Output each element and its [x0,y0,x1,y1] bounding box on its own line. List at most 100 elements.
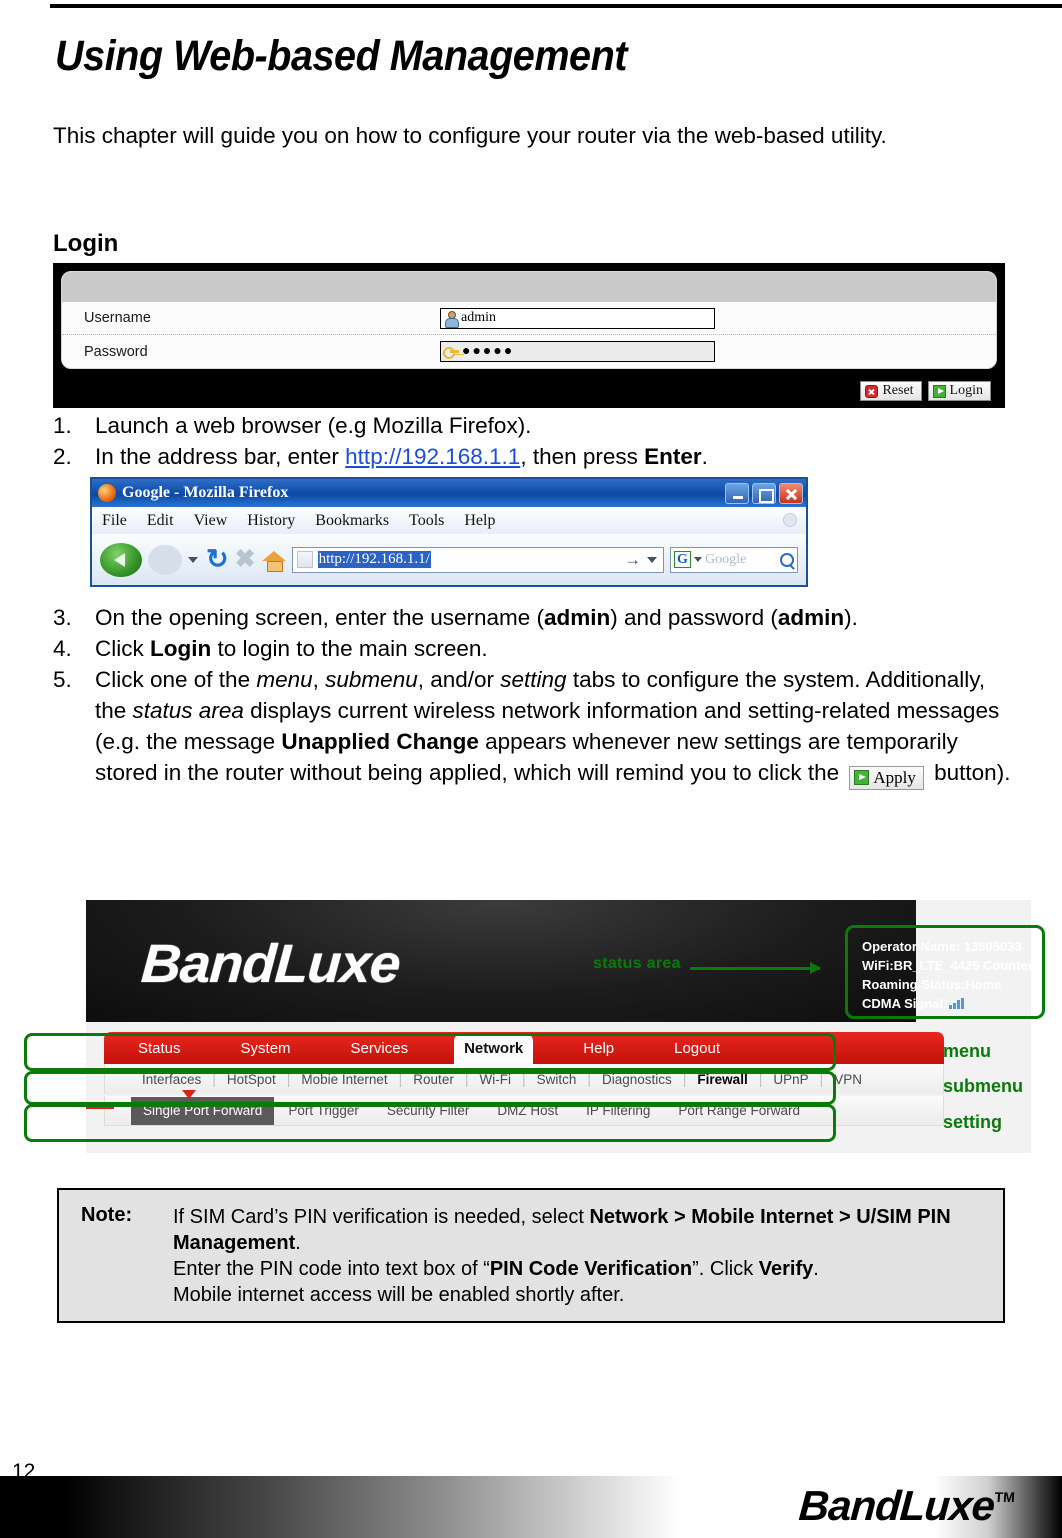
menu-edit[interactable]: Edit [147,512,174,530]
router-header-banner: BandLuxe [86,900,916,1022]
reload-icon[interactable]: ↻ [206,546,229,573]
menu-file[interactable]: File [102,512,127,530]
list-item-step-4: 4. Click Login to login to the main scre… [53,633,1013,664]
step-5-status-area-word: status area [132,698,244,723]
search-bar[interactable]: G Google [670,546,798,573]
url-dropdown-icon[interactable] [647,556,657,563]
step-5-unapplied-change: Unapplied Change [281,729,479,754]
password-input[interactable]: ●●●●● [440,341,715,362]
note-part-3: . [295,1232,301,1254]
step-2-text-after: . [701,444,708,469]
username-input[interactable]: admin [440,307,715,329]
favicon-placeholder-icon [296,551,313,568]
step-2-text-mid: , then press [520,444,645,469]
firefox-window-title: Google - Mozilla Firefox [122,484,289,501]
status-cdma-signal-label: CDMA Signal: [862,996,948,1011]
note-part-4: Enter the PIN code into text box of “ [173,1258,490,1280]
search-engine-dropdown-icon[interactable] [694,557,702,562]
menu-annotation-box [24,1033,836,1071]
step-5-text: Click one of the menu, submenu, and/or s… [95,664,1013,790]
list-item-step-1: 1. Launch a web browser (e.g Mozilla Fir… [53,410,1013,441]
router-url-link[interactable]: http://192.168.1.1 [345,444,520,469]
password-label: Password [84,343,148,360]
firefox-title-bar: Google - Mozilla Firefox [92,479,806,507]
address-bar[interactable]: http://192.168.1.1/ → [291,546,664,573]
minimize-button[interactable] [725,482,749,504]
home-icon[interactable] [261,549,286,572]
close-button[interactable] [779,482,803,504]
steps-list-3-5: 3. On the opening screen, enter the user… [53,602,1013,790]
step-4-text: Click Login to login to the main screen. [95,633,1013,664]
status-cdma-signal-row: CDMA Signal: [862,994,1042,1013]
apply-button[interactable]: Apply [849,765,924,790]
google-logo-icon: G [674,551,691,568]
step-5-part-3: , and/or [417,667,501,692]
top-divider-rule [50,4,1062,8]
menu-help[interactable]: Help [464,512,495,530]
note-pin-code-verification: PIN Code Verification [489,1258,693,1280]
intro-paragraph: This chapter will guide you on how to co… [53,123,887,148]
menu-tools[interactable]: Tools [409,512,444,530]
reset-icon [865,384,879,398]
back-button[interactable] [100,542,142,577]
login-button-label: Login [949,383,983,398]
address-bar-go-group: → [616,551,659,568]
maximize-button[interactable] [752,482,776,504]
status-area-annotation-arrow [690,962,821,974]
section-heading-login: Login [53,230,119,257]
list-item-step-2: 2. In the address bar, enter http://192.… [53,441,1013,472]
menu-bookmarks[interactable]: Bookmarks [315,512,389,530]
address-bar-value: http://192.168.1.1/ [317,551,431,568]
step-2-enter-key: Enter [644,444,702,469]
history-dropdown-icon[interactable] [188,556,198,563]
menu-annotation-label: menu [943,1041,992,1061]
footer-brand-text: BandLuxe [797,1482,996,1529]
firefox-logo-icon [98,484,116,502]
step-2-number: 2. [53,444,72,469]
step-2-text: In the address bar, enter http://192.168… [95,441,1013,472]
list-item-step-5: 5. Click one of the menu, submenu, and/o… [53,664,1013,790]
apply-button-label: Apply [873,767,916,787]
user-icon [443,310,459,328]
step-3-number: 3. [53,605,72,630]
note-part-5: ”. Click [692,1258,759,1280]
status-operator-name: Operator Name: 13505033 [862,939,1022,954]
step-4-login-word: Login [150,636,212,661]
step-5-setting-word: setting [500,667,567,692]
stop-icon[interactable]: ✖ [235,547,256,572]
firefox-browser-screenshot: Google - Mozilla Firefox File Edit View … [90,477,808,587]
step-3-admin-user: admin [544,605,611,630]
steps-list-1-2: 1. Launch a web browser (e.g Mozilla Fir… [53,410,1013,472]
username-value: admin [461,310,496,325]
step-3-part-2: ) and password ( [610,605,778,630]
setting-annotation-label: setting [943,1112,1003,1132]
search-placeholder-text: Google [705,551,747,567]
note-part-7: Mobile internet access will be enabled s… [173,1284,625,1306]
login-row-password: Password ●●●●● [62,335,996,368]
search-icon[interactable] [780,552,794,567]
step-5-part-2: , [312,667,326,692]
go-arrow-icon[interactable]: → [624,551,641,568]
note-box: Note: If SIM Card’s PIN verification is … [57,1188,1005,1323]
key-icon [443,345,459,359]
status-roaming: Roaming Status:Home [862,977,1002,992]
note-part-6: . [813,1258,819,1280]
reset-button[interactable]: Reset [860,381,922,401]
status-wifi-counter: WiFi:BR_LTE_4425 Counter:0 [862,958,1045,973]
step-5-part-1: Click one of the [95,667,257,692]
list-item-step-3: 3. On the opening screen, enter the user… [53,602,1013,633]
forward-button[interactable] [148,544,182,575]
login-card-header [62,272,996,302]
play-icon [932,384,946,398]
status-area-annotation-label: status area [593,955,681,972]
login-card: Username admin Password ●●●●● [61,271,997,369]
menu-view[interactable]: View [194,512,228,530]
step-4-part-1: Click [95,636,150,661]
username-label: Username [84,310,151,326]
trademark-symbol: TM [993,1489,1016,1505]
login-button[interactable]: Login [927,381,991,401]
menu-history[interactable]: History [247,512,295,530]
note-body: If SIM Card’s PIN verification is needed… [173,1204,985,1321]
submenu-annotation-box [24,1071,836,1105]
login-row-username: Username admin [62,302,996,335]
